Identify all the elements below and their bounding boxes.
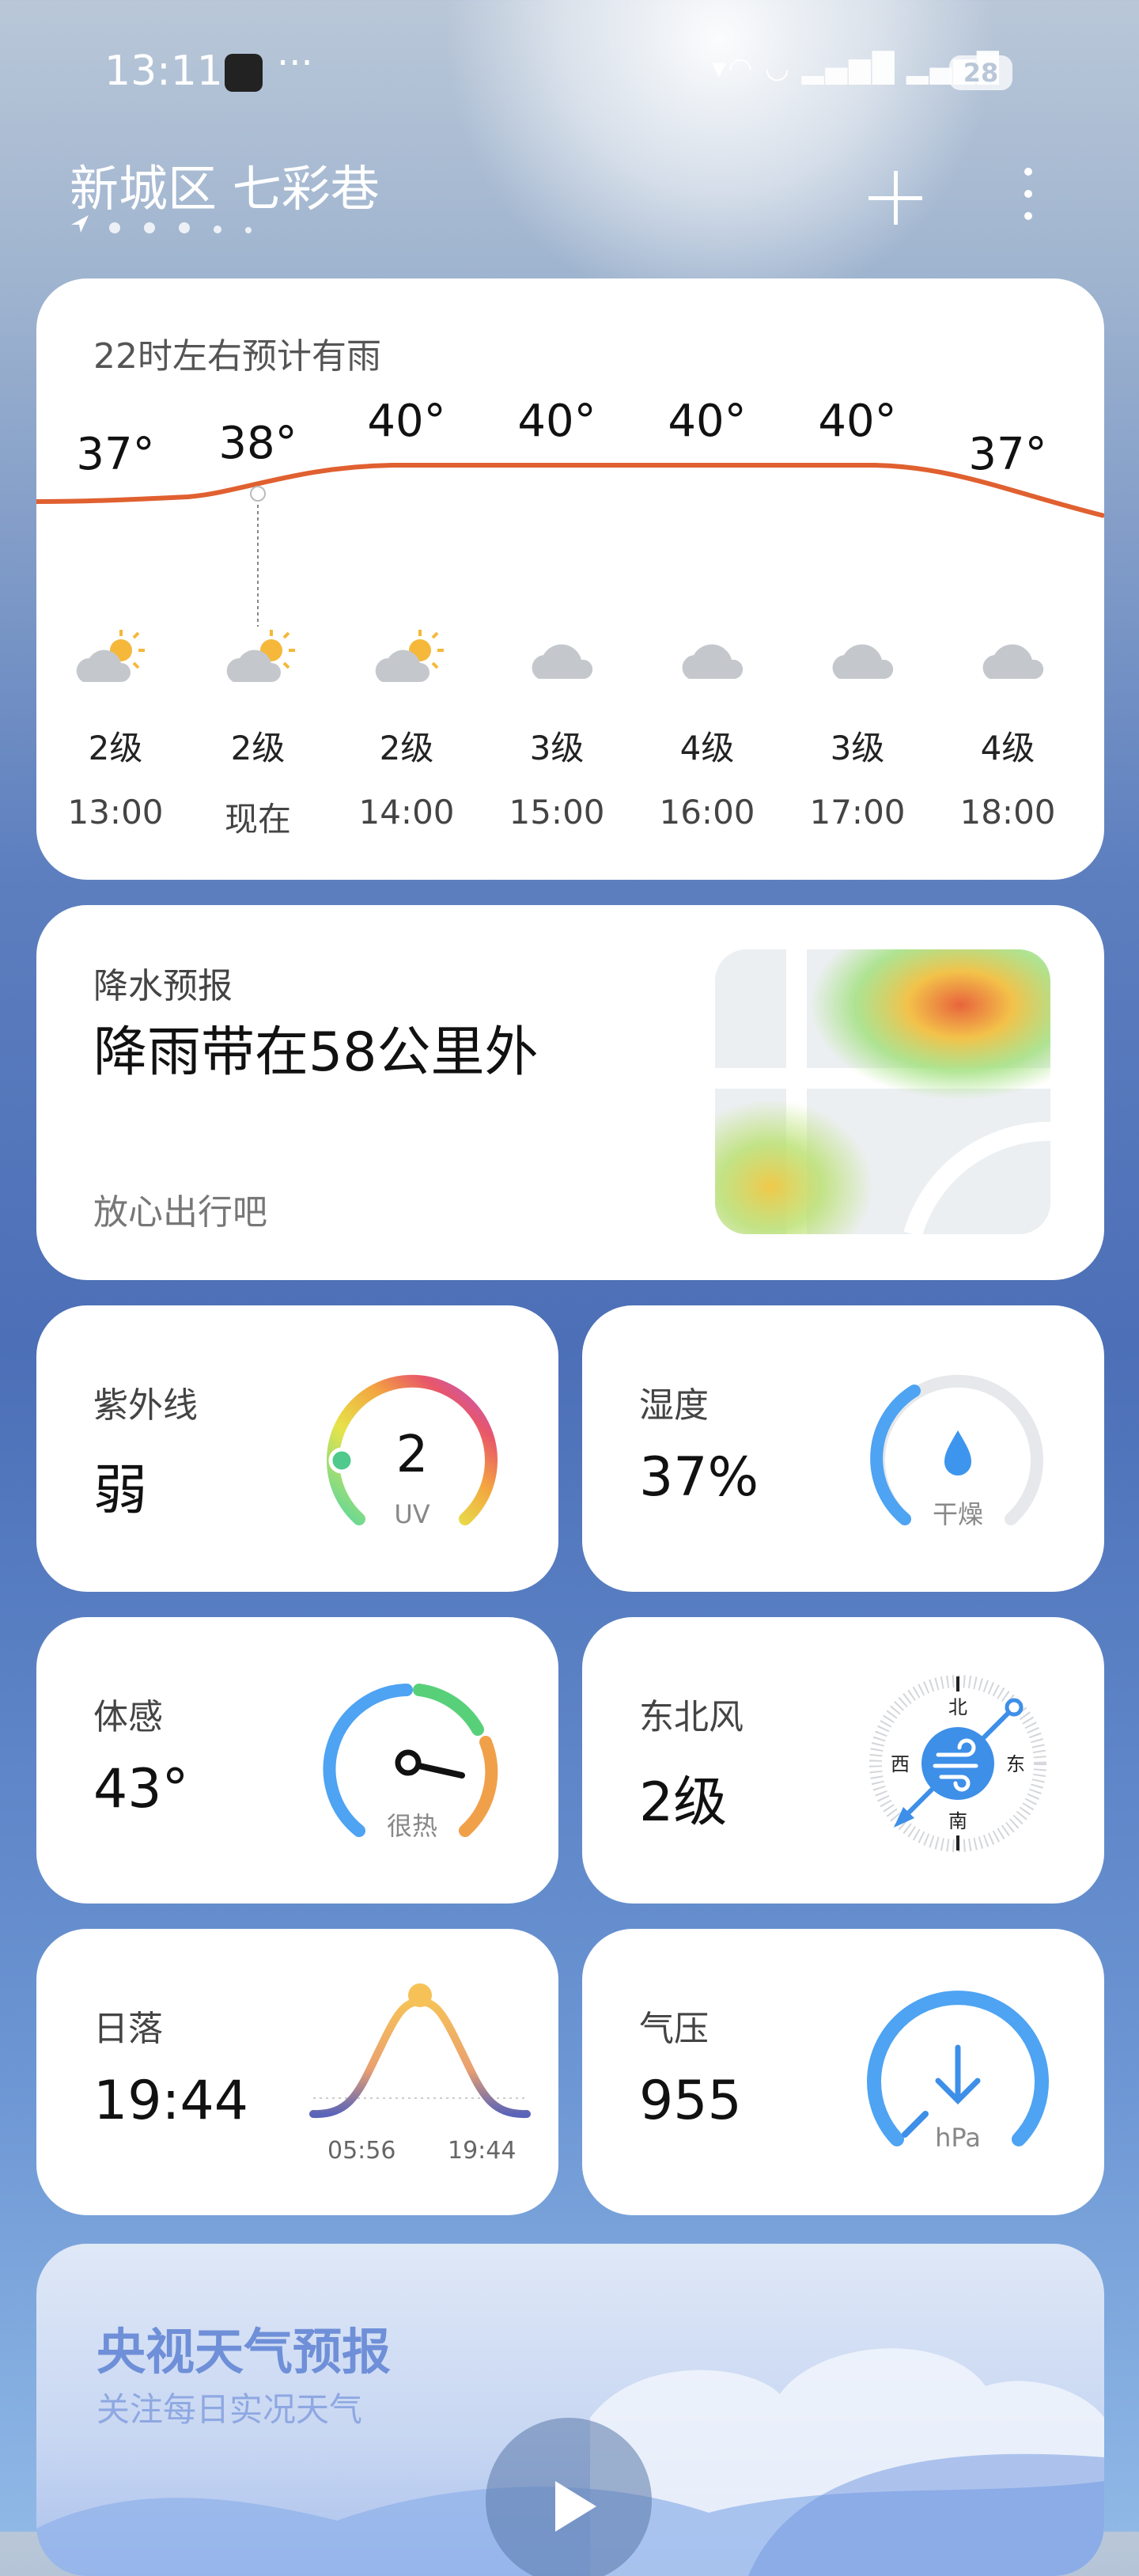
hour-label: 17:00: [809, 793, 906, 832]
compass-west: 西: [891, 1753, 910, 1775]
arrow-down-icon: [935, 2044, 981, 2104]
pressure-gauge: hPa: [867, 1991, 1049, 2153]
hour-temp: 37°: [968, 429, 1047, 480]
uv-unit: UV: [394, 1499, 429, 1529]
hour-wind-level: 2级: [230, 729, 286, 767]
partly-cloudy-day-icon: [226, 630, 295, 682]
hour-wind-level: 4级: [980, 729, 1035, 767]
hour-temp: 38°: [218, 418, 297, 469]
pressure-unit: hPa: [935, 2123, 981, 2153]
compass-east: 东: [1006, 1753, 1025, 1775]
humidity-label: 湿度: [639, 1385, 709, 1426]
sunset-time: 19:44: [448, 2137, 516, 2165]
feels-label: 体感: [93, 1697, 163, 1737]
sun-path-chart: 05:56 19:44: [309, 1983, 531, 2165]
hour-label: 16:00: [659, 793, 755, 832]
sunrise-time: 05:56: [327, 2137, 395, 2165]
humidity-gauge: 干燥: [870, 1374, 1043, 1529]
hour-temp: 40°: [517, 396, 596, 447]
uv-label: 紫外线: [93, 1385, 198, 1426]
more-menu-button[interactable]: [1020, 168, 1036, 231]
uv-index: 2: [396, 1426, 429, 1484]
hour-label: 现在: [224, 800, 291, 839]
partly-cloudy-day-icon: [375, 630, 444, 682]
precipitation-card[interactable]: 降水预报 降雨带在58公里外 放心出行吧: [36, 905, 1104, 1280]
pressure-label: 气压: [639, 2009, 709, 2049]
feels-like-card[interactable]: 体感 43° 很热: [36, 1617, 558, 1904]
uv-value: 弱: [93, 1460, 148, 1522]
cloud-icon: [682, 644, 744, 679]
hour-label: 13:00: [67, 793, 164, 832]
water-drop-icon: [944, 1430, 971, 1476]
cloud-icon: [982, 644, 1044, 679]
play-button[interactable]: [486, 2418, 652, 2576]
temperature-curve: [36, 463, 1104, 627]
hour-temp: 40°: [818, 396, 897, 447]
hour-temp: 40°: [367, 396, 446, 447]
status-more-dots: ···: [277, 41, 313, 85]
hour-temp: 40°: [668, 396, 747, 447]
notification-app-icon: [225, 54, 263, 92]
status-time: 13:11: [104, 47, 223, 95]
humidity-card[interactable]: 湿度 37% 干燥: [582, 1305, 1104, 1592]
video-subtitle: 关注每日实况天气: [96, 2390, 363, 2429]
hour-wind-level: 3级: [529, 729, 585, 767]
pressure-card[interactable]: 气压 955 hPa: [582, 1929, 1104, 2215]
precipitation-title: 降水预报: [93, 966, 233, 1006]
radar-map-thumbnail[interactable]: [715, 949, 1050, 1234]
sunset-label: 日落: [93, 2009, 163, 2049]
hour-wind-level: 2级: [379, 729, 434, 767]
compass-south: 南: [948, 1810, 967, 1832]
sky-glow: [443, 0, 997, 316]
cloud-icon: [532, 644, 593, 679]
humidity-value: 37%: [639, 1446, 759, 1509]
battery-icon: 28: [949, 55, 1012, 90]
hour-label: 18:00: [959, 793, 1056, 832]
sunset-card[interactable]: 日落 19:44 05:56 19:44: [36, 1929, 558, 2215]
feels-value: 43°: [93, 1758, 189, 1820]
location-title[interactable]: 新城区 七彩巷: [70, 149, 380, 220]
precipitation-sub: 放心出行吧: [93, 1192, 267, 1233]
hourly-forecast-card[interactable]: 22时左右预计有雨 37° 38° 40° 40° 40° 40° 37° 2级…: [36, 278, 1104, 880]
video-title: 央视天气预报: [96, 2323, 392, 2381]
hour-wind-level: 3级: [830, 729, 885, 767]
cctv-forecast-card[interactable]: 央视天气预报 关注每日实况天气: [36, 2244, 1104, 2576]
uv-card[interactable]: 紫外线 弱 2 UV: [36, 1305, 558, 1592]
compass-north: 北: [948, 1696, 967, 1718]
partly-cloudy-day-icon: [76, 630, 145, 682]
play-icon: [555, 2481, 596, 2532]
hour-wind-level: 2级: [88, 729, 143, 767]
add-location-button[interactable]: [864, 166, 927, 229]
sunset-value: 19:44: [93, 2070, 248, 2132]
cloud-icon: [832, 644, 894, 679]
wind-compass: 北 南 西 东: [869, 1675, 1046, 1852]
hour-temp: 37°: [76, 429, 155, 480]
hour-label: 14:00: [358, 793, 455, 832]
humidity-desc: 干燥: [933, 1499, 983, 1529]
feels-desc: 很热: [387, 1811, 437, 1841]
wind-value: 2级: [639, 1771, 728, 1834]
pressure-value: 955: [639, 2070, 742, 2132]
wind-card[interactable]: 东北风 2级 北 南 西 东: [582, 1617, 1104, 1904]
uv-gauge: 2 UV: [327, 1374, 498, 1529]
hour-label: 15:00: [509, 793, 605, 832]
precipitation-main: 降雨带在58公里外: [93, 1021, 539, 1084]
wind-label: 东北风: [639, 1697, 744, 1737]
hour-wind-level: 4级: [679, 729, 735, 767]
feels-gauge: 很热: [323, 1684, 498, 1841]
location-arrow-icon: [71, 215, 89, 233]
